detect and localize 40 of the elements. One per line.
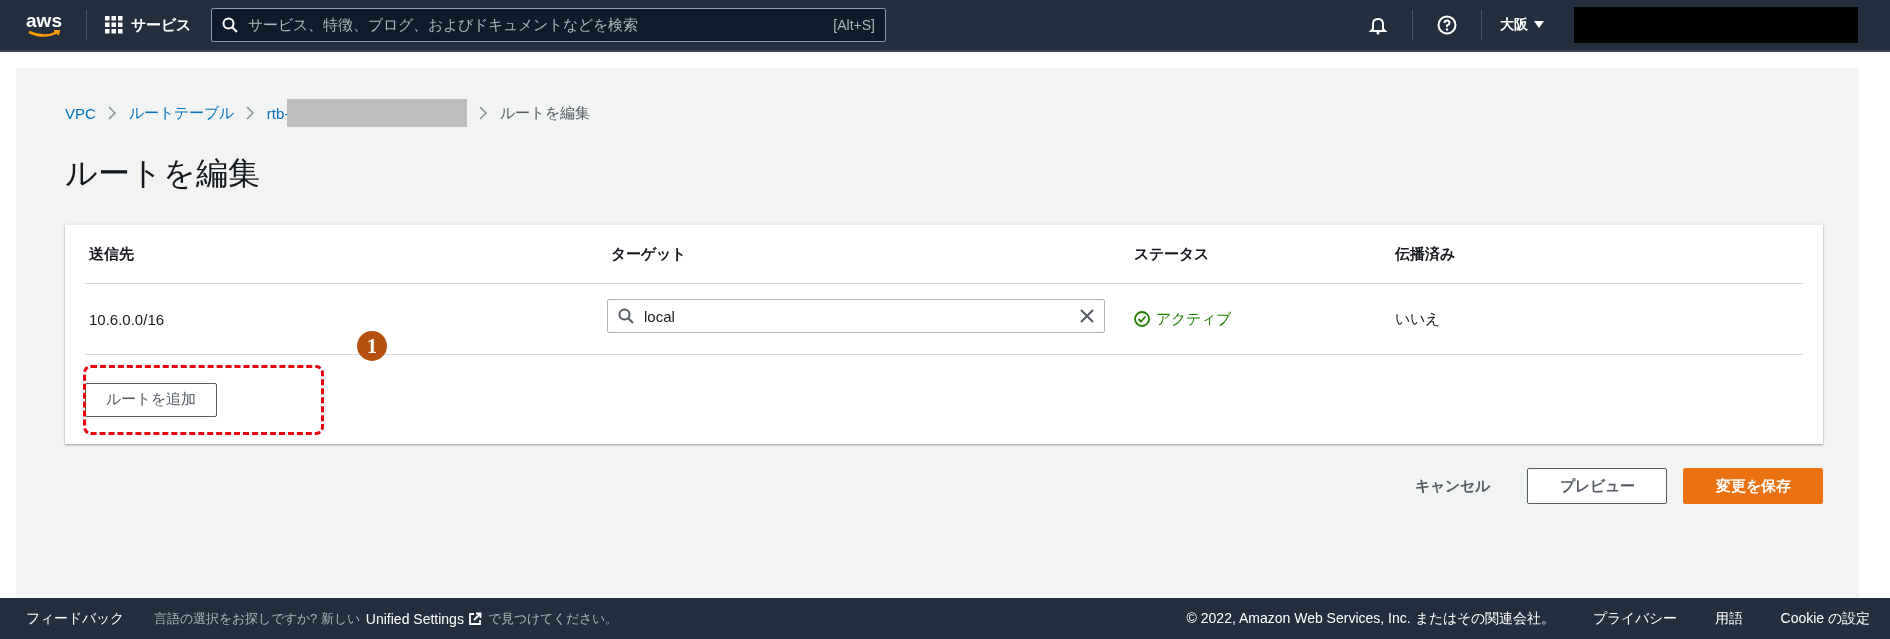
external-link-icon xyxy=(467,611,482,626)
chevron-icon xyxy=(107,106,117,120)
column-header: 伝播済み xyxy=(1393,243,1456,264)
grid-icon xyxy=(105,16,123,34)
footer-text: 言語の選択をお探しですか? 新しい xyxy=(154,609,360,628)
footer-link[interactable]: Cookie の設定 xyxy=(1780,609,1870,628)
clear-icon[interactable] xyxy=(1080,309,1094,323)
breadcrumb-current: ルートを編集 xyxy=(500,103,591,123)
column-header: 送信先 xyxy=(88,243,135,264)
footer-text: で見つけてください。 xyxy=(487,609,618,628)
target-field[interactable]: local xyxy=(607,299,1105,333)
add-route-button[interactable]: ルートを追加 xyxy=(85,382,217,417)
region-menu[interactable]: 大阪 xyxy=(1500,16,1544,34)
chevron-icon xyxy=(479,106,489,120)
footer-link[interactable]: プライバシー xyxy=(1592,609,1677,628)
table-cell-text: いいえ xyxy=(1394,308,1441,329)
feedback-link[interactable]: フィードバック xyxy=(26,609,124,628)
status-label: アクティブ xyxy=(1130,284,1391,354)
page-title: ルートを編集 xyxy=(65,154,261,193)
unified-settings-link[interactable]: Unified Settings xyxy=(365,610,482,627)
search-field[interactable]: サービス、特徴、ブログ、およびドキュメントなどを検索 [Alt+S] xyxy=(211,8,886,42)
preview-button[interactable]: プレビュー xyxy=(1527,468,1667,504)
check-circle-icon xyxy=(1134,311,1150,327)
breadcrumb-link[interactable]: rtb- xyxy=(266,104,290,122)
step-number: 1 xyxy=(357,331,387,361)
copyright-text: © 2022, Amazon Web Services, Inc. またはその関連会社。 xyxy=(1186,609,1555,628)
column-header: ステータス xyxy=(1133,243,1210,264)
column-header: ターゲット xyxy=(610,243,687,264)
shortcut-hint: [Alt+S] xyxy=(833,17,875,33)
breadcrumb-link[interactable]: ルートテーブル xyxy=(128,103,234,123)
table-cell-text: 10.6.0.0/16 xyxy=(88,309,166,330)
breadcrumb-link[interactable]: VPC xyxy=(65,104,96,122)
search-icon xyxy=(618,308,634,324)
services-menu[interactable]: サービス xyxy=(105,15,191,35)
search-icon xyxy=(222,17,238,33)
caret-icon xyxy=(1534,21,1544,29)
cancel-button[interactable]: キャンセル xyxy=(1394,468,1511,504)
footer-link[interactable]: 用語 xyxy=(1714,609,1743,628)
aws-logo[interactable]: aws xyxy=(20,12,68,38)
chevron-icon xyxy=(245,106,255,120)
